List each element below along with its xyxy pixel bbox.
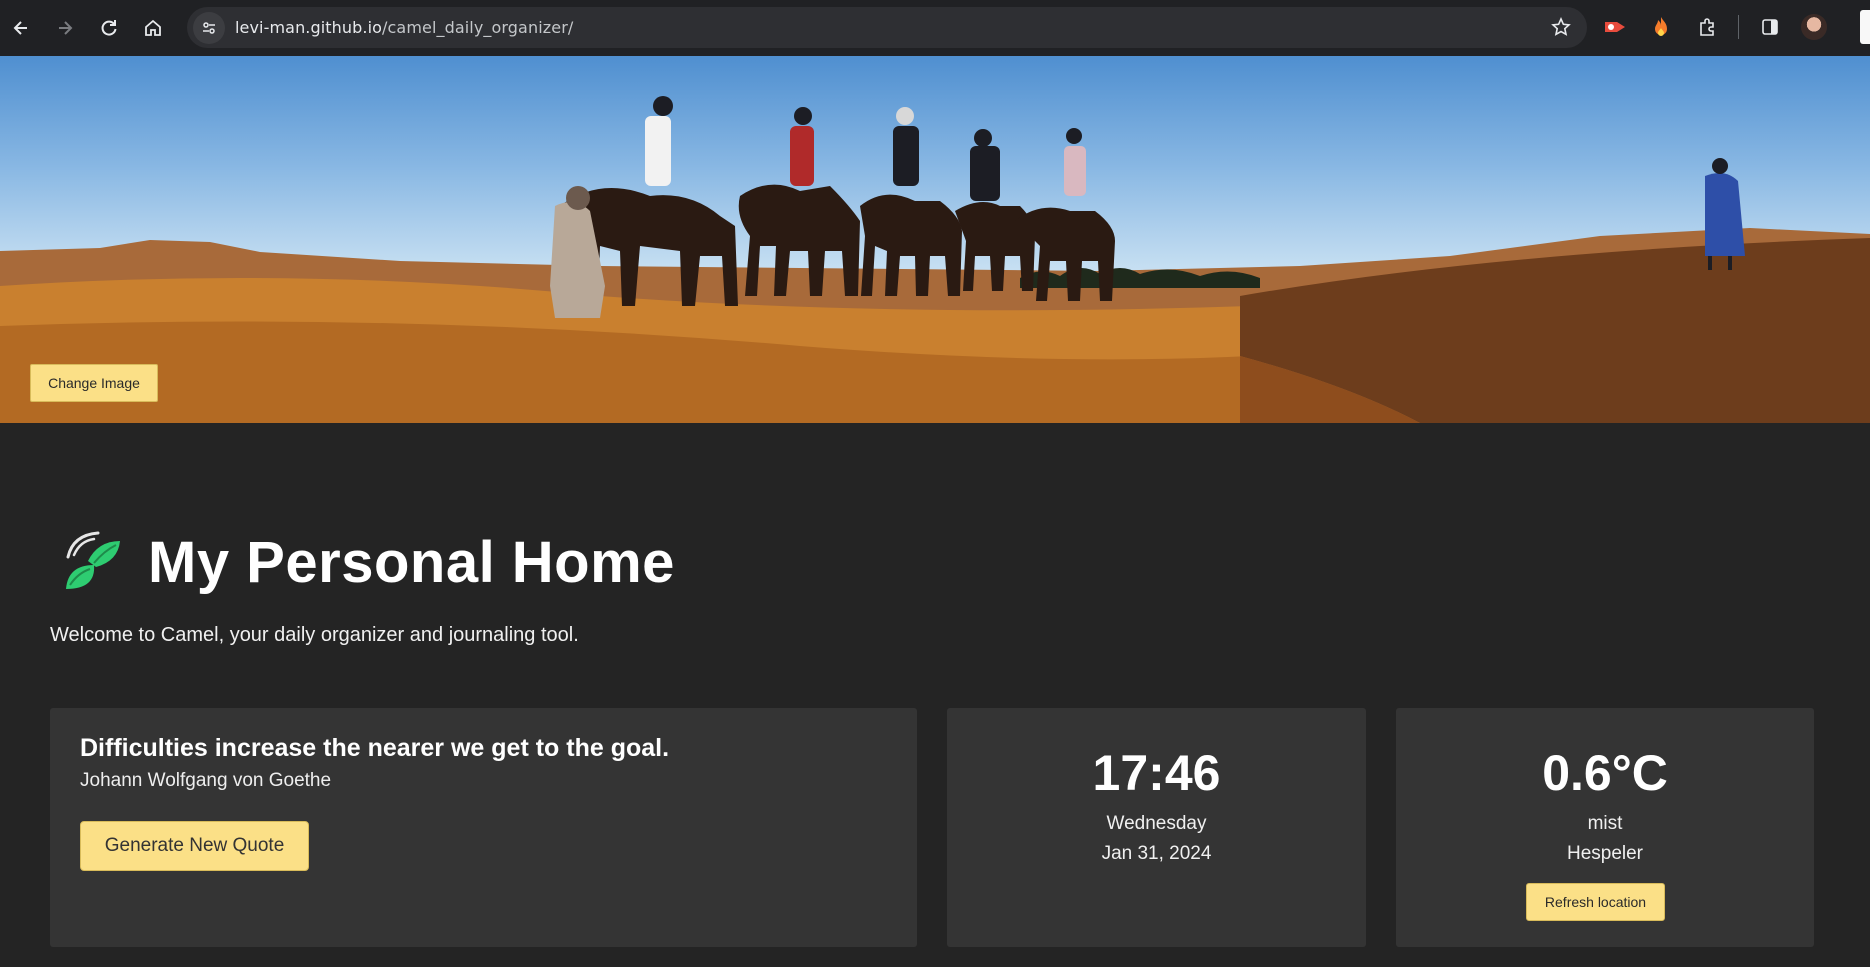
weather-condition: mist	[1587, 813, 1623, 834]
url-path: /camel_daily_organizer/	[382, 18, 574, 37]
hero-banner-image: Change Image	[0, 56, 1870, 423]
forward-arrow-icon[interactable]	[48, 11, 82, 45]
url-text: levi-man.github.io/camel_daily_organizer…	[235, 18, 573, 37]
generate-quote-button[interactable]: Generate New Quote	[80, 821, 309, 871]
change-image-button[interactable]: Change Image	[30, 364, 158, 402]
url-domain: levi-man.github.io	[235, 18, 383, 37]
back-arrow-icon[interactable]	[4, 11, 38, 45]
home-icon[interactable]	[136, 11, 170, 45]
bookmark-star-icon[interactable]	[1551, 17, 1571, 41]
quote-card: Difficulties increase the nearer we get …	[50, 708, 917, 947]
clock-time: 17:46	[1092, 745, 1221, 801]
weather-location: Hespeler	[1566, 843, 1644, 864]
page-title: My Personal Home	[148, 529, 675, 595]
browser-toolbar: levi-man.github.io/camel_daily_organizer…	[0, 0, 1870, 56]
refresh-location-button[interactable]: Refresh location	[1526, 883, 1665, 921]
site-info-icon[interactable]	[193, 11, 225, 44]
toolbar-separator	[1738, 15, 1739, 39]
window-edge-handle	[1860, 10, 1870, 44]
reload-icon[interactable]	[92, 11, 126, 45]
clock-weekday: Wednesday	[1106, 813, 1207, 834]
address-bar[interactable]: levi-man.github.io/camel_daily_organizer…	[187, 7, 1587, 48]
weather-temperature: 0.6°C	[1542, 745, 1668, 801]
leaves-icon	[66, 531, 120, 589]
weather-card: 0.6°C mist Hespeler Refresh location	[1396, 708, 1814, 947]
desert-caravan-illustration	[0, 96, 1870, 423]
clock-card: 17:46 Wednesday Jan 31, 2024	[947, 708, 1366, 947]
extension-icon[interactable]	[1692, 12, 1722, 42]
record-extension-icon[interactable]	[1600, 12, 1630, 42]
flame-extension-icon[interactable]	[1646, 12, 1676, 42]
page-header: My Personal Home	[58, 527, 675, 597]
extensions-area	[1600, 12, 1827, 42]
side-panel-icon[interactable]	[1755, 12, 1785, 42]
quote-author: Johann Wolfgang von Goethe	[80, 770, 332, 791]
welcome-text: Welcome to Camel, your daily organizer a…	[50, 624, 579, 646]
clock-date: Jan 31, 2024	[1101, 843, 1212, 864]
profile-avatar[interactable]	[1801, 14, 1827, 40]
quote-text: Difficulties increase the nearer we get …	[80, 734, 670, 762]
